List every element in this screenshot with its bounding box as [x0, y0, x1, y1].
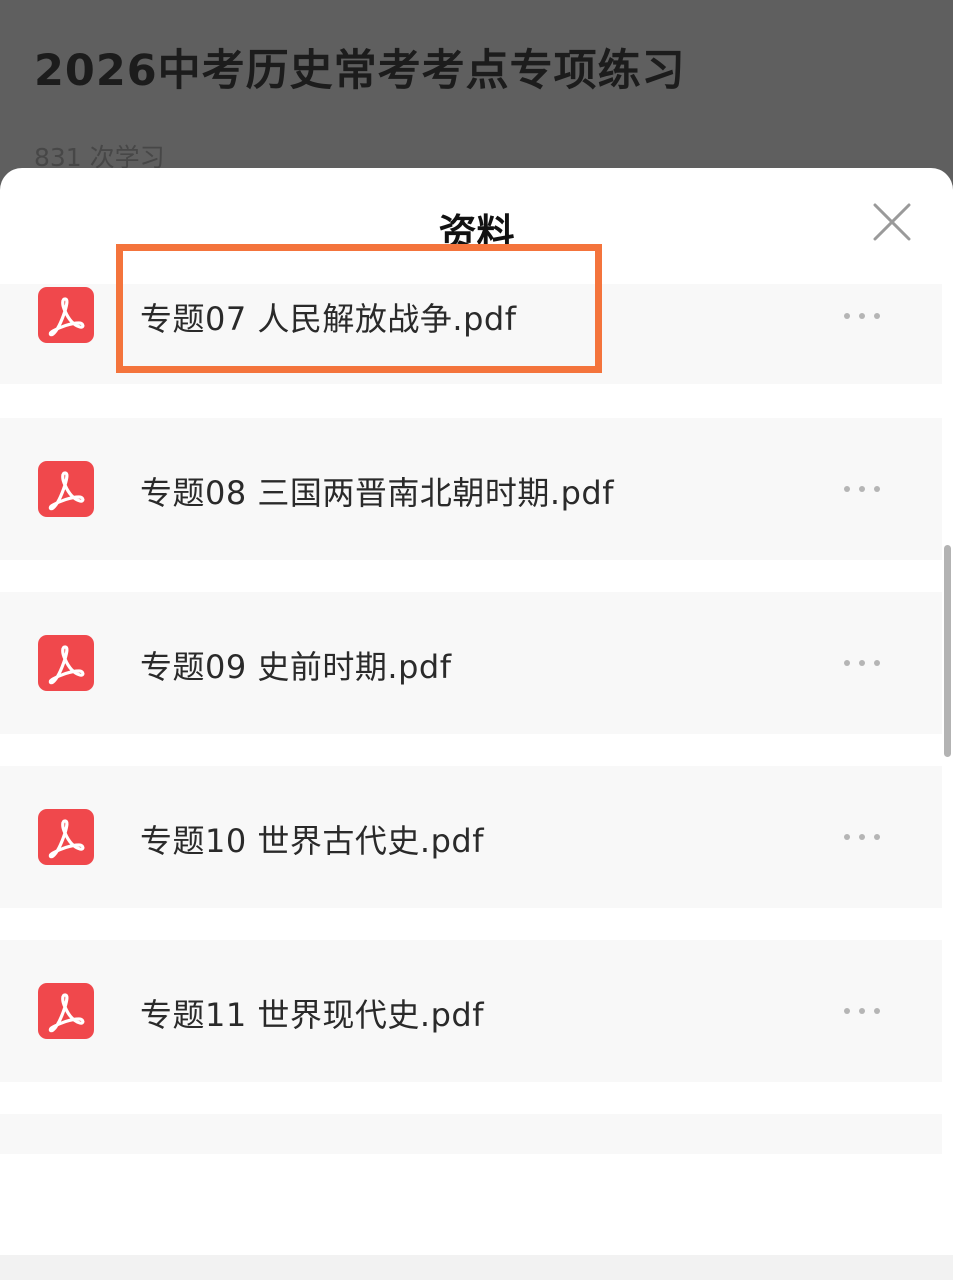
file-row-07[interactable]: 专题07 人民解放战争.pdf	[0, 284, 942, 384]
more-options-button[interactable]	[840, 479, 884, 499]
materials-sheet: 资料 专题07 人民解放战争.pdf 专题08 三国两晋南北朝时期.pdf 专题…	[0, 168, 953, 1280]
bottom-bar	[0, 1255, 953, 1280]
pdf-icon	[38, 983, 94, 1039]
more-options-button[interactable]	[840, 1001, 884, 1021]
pdf-icon	[38, 809, 94, 865]
more-icon	[844, 660, 880, 666]
close-button[interactable]	[866, 196, 918, 248]
file-row-09[interactable]: 专题09 史前时期.pdf	[0, 592, 942, 734]
more-icon	[844, 486, 880, 492]
more-options-button[interactable]	[840, 653, 884, 673]
more-icon	[844, 834, 880, 840]
pdf-icon	[38, 461, 94, 517]
file-name: 专题10 世界古代史.pdf	[140, 822, 484, 860]
scrollbar[interactable]	[944, 545, 951, 757]
background-page-header: 2026中考历史常考考点专项练习 831 次学习	[0, 0, 953, 190]
sheet-title: 资料	[438, 211, 515, 255]
more-icon	[844, 1008, 880, 1014]
more-options-button[interactable]	[840, 306, 884, 326]
file-row-08[interactable]: 专题08 三国两晋南北朝时期.pdf	[0, 418, 942, 560]
file-name: 专题09 史前时期.pdf	[140, 648, 452, 686]
file-row-10[interactable]: 专题10 世界古代史.pdf	[0, 766, 942, 908]
file-row-partial	[0, 1114, 942, 1154]
pdf-icon	[38, 287, 94, 343]
pdf-icon	[38, 635, 94, 691]
file-row-11[interactable]: 专题11 世界现代史.pdf	[0, 940, 942, 1082]
file-name: 专题07 人民解放战争.pdf	[140, 300, 517, 338]
file-name: 专题08 三国两晋南北朝时期.pdf	[140, 474, 614, 512]
more-options-button[interactable]	[840, 827, 884, 847]
close-icon	[873, 203, 911, 241]
course-title: 2026中考历史常考考点专项练习	[34, 46, 686, 96]
app-screen: 2026中考历史常考考点专项练习 831 次学习 资料 专题07 人民解放战争.…	[0, 0, 953, 1280]
file-name: 专题11 世界现代史.pdf	[140, 996, 484, 1034]
more-icon	[844, 313, 880, 319]
